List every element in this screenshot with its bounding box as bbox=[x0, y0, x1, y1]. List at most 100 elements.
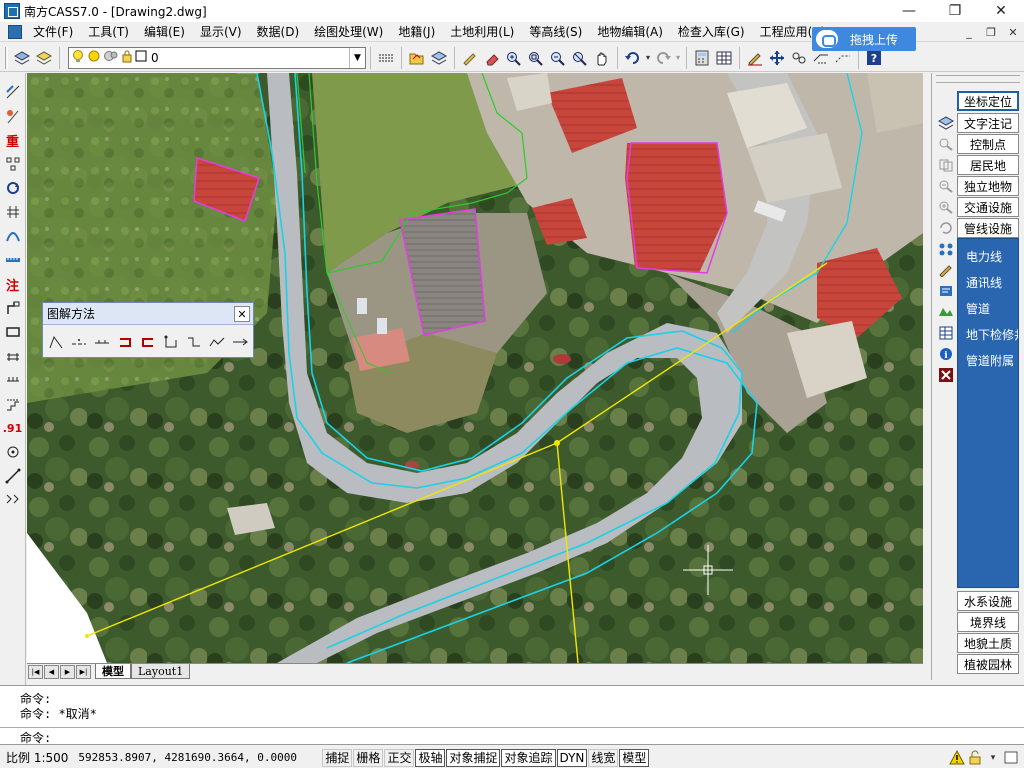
ditch-icon[interactable] bbox=[2, 489, 24, 511]
pencil-icon[interactable] bbox=[459, 47, 481, 69]
prev-tab-button[interactable]: ◀ bbox=[44, 664, 59, 679]
angle-icon[interactable] bbox=[45, 331, 68, 353]
document-icon[interactable] bbox=[8, 24, 22, 39]
document-minimize-button[interactable]: _ bbox=[958, 22, 980, 42]
step-line-icon[interactable] bbox=[182, 331, 205, 353]
elevation-point-icon[interactable]: .91 bbox=[2, 417, 24, 439]
zoom-realtime-icon[interactable] bbox=[503, 47, 525, 69]
warning-icon[interactable] bbox=[948, 749, 966, 766]
minimize-button[interactable]: — bbox=[886, 0, 932, 22]
cloud-upload-button[interactable]: 拖拽上传 bbox=[812, 27, 916, 51]
edit-pencil-icon[interactable] bbox=[937, 260, 955, 280]
edit-icon[interactable] bbox=[744, 47, 766, 69]
zoom-icon[interactable] bbox=[937, 134, 955, 154]
document-restore-button[interactable]: ❐ bbox=[980, 22, 1002, 42]
dyn-toggle[interactable]: DYN bbox=[556, 748, 588, 767]
osnap-toggle[interactable]: 对象捕捉 bbox=[446, 748, 501, 767]
layer-props-icon[interactable] bbox=[937, 281, 955, 301]
vegetation-garden-button[interactable]: 植被园林 bbox=[957, 654, 1019, 674]
pan-icon[interactable] bbox=[591, 47, 613, 69]
tray-menu-icon[interactable]: ▾ bbox=[984, 749, 1002, 766]
polar-toggle[interactable]: 极轴 bbox=[415, 748, 446, 767]
lineweight-toggle[interactable]: 线宽 bbox=[588, 748, 619, 767]
rectangle-icon[interactable] bbox=[2, 321, 24, 343]
menu-drawing-process[interactable]: 绘图处理(W) bbox=[307, 22, 391, 42]
tab-model[interactable]: 模型 bbox=[95, 664, 131, 679]
chevron-down-icon[interactable]: ▾ bbox=[644, 47, 652, 69]
model-toggle[interactable]: 模型 bbox=[619, 748, 650, 767]
layers-icon[interactable] bbox=[937, 113, 955, 133]
list-item-manhole[interactable]: 地下检修井 bbox=[958, 321, 1018, 347]
dimension-icon[interactable] bbox=[2, 81, 24, 103]
move-icon[interactable] bbox=[766, 47, 788, 69]
panel-grip[interactable] bbox=[936, 75, 1020, 83]
unlock-icon[interactable] bbox=[966, 749, 984, 766]
curve-icon[interactable] bbox=[2, 225, 24, 247]
zoom-in-icon[interactable] bbox=[937, 197, 955, 217]
delete-icon[interactable] bbox=[937, 365, 955, 385]
copy-icon[interactable] bbox=[937, 155, 955, 175]
otrack-toggle[interactable]: 对象追踪 bbox=[501, 748, 556, 767]
boundary-line-button[interactable]: 境界线 bbox=[957, 612, 1019, 632]
grid-toggle[interactable]: 栅格 bbox=[353, 748, 384, 767]
fullscreen-icon[interactable] bbox=[1002, 749, 1020, 766]
tab-layout1[interactable]: Layout1 bbox=[131, 664, 191, 679]
draw-step-icon[interactable] bbox=[2, 297, 24, 319]
landform-soil-button[interactable]: 地貌土质 bbox=[957, 633, 1019, 653]
info-icon[interactable]: i bbox=[937, 344, 955, 364]
toolbox-close-button[interactable]: ✕ bbox=[234, 306, 250, 322]
control-point-icon[interactable] bbox=[2, 441, 24, 463]
text-annotation-button[interactable]: 文字注记 bbox=[957, 113, 1019, 133]
menu-data[interactable]: 数据(D) bbox=[250, 22, 308, 42]
bracket-icon[interactable] bbox=[114, 331, 137, 353]
square-corner-icon[interactable] bbox=[159, 331, 182, 353]
zoom-window-icon[interactable] bbox=[525, 47, 547, 69]
menu-contour[interactable]: 等高线(S) bbox=[522, 22, 590, 42]
tick-line-icon[interactable] bbox=[91, 331, 114, 353]
traffic-facility-button[interactable]: 交通设施 bbox=[957, 197, 1019, 217]
eraser-icon[interactable] bbox=[481, 47, 503, 69]
coordinate-locate-button[interactable]: 坐标定位 bbox=[957, 91, 1019, 111]
maximize-button[interactable]: ❐ bbox=[932, 0, 978, 22]
wave-line-icon[interactable] bbox=[205, 331, 228, 353]
toolbar-grip[interactable] bbox=[5, 46, 8, 69]
menu-tools[interactable]: 工具(T) bbox=[81, 22, 137, 42]
toolbox-title[interactable]: 图解方法 bbox=[43, 303, 253, 325]
layers-icon[interactable] bbox=[11, 47, 33, 69]
annotate-icon[interactable]: 注 bbox=[2, 273, 24, 295]
linetype-icon[interactable] bbox=[375, 47, 397, 69]
redo-icon[interactable] bbox=[652, 47, 674, 69]
zoom-out-icon[interactable] bbox=[937, 176, 955, 196]
ruler-icon[interactable] bbox=[2, 249, 24, 271]
menu-cadastre[interactable]: 地籍(J) bbox=[391, 22, 443, 42]
command-prompt[interactable]: 命令: bbox=[20, 729, 51, 746]
nodes-icon[interactable] bbox=[937, 239, 955, 259]
menu-feature-edit[interactable]: 地物编辑(A) bbox=[590, 22, 671, 42]
wall-icon[interactable] bbox=[2, 369, 24, 391]
open-folder-icon[interactable] bbox=[406, 47, 428, 69]
node-icon[interactable] bbox=[2, 153, 24, 175]
menu-land-use[interactable]: 土地利用(L) bbox=[443, 22, 522, 42]
drawing-canvas[interactable] bbox=[27, 73, 923, 663]
ortho-toggle[interactable]: 正交 bbox=[384, 748, 415, 767]
hash-icon[interactable] bbox=[2, 201, 24, 223]
list-item-power-line[interactable]: 电力线 bbox=[958, 243, 1018, 269]
layer-dropdown[interactable]: 0 ▼ bbox=[68, 46, 366, 69]
map-check-icon[interactable] bbox=[937, 302, 955, 322]
bracket-open-icon[interactable] bbox=[137, 331, 160, 353]
snap-toggle[interactable]: 捕捉 bbox=[322, 748, 353, 767]
grid-icon[interactable] bbox=[713, 47, 735, 69]
layer-state-icon[interactable] bbox=[33, 47, 55, 69]
water-facility-button[interactable]: 水系设施 bbox=[957, 591, 1019, 611]
menu-file[interactable]: 文件(F) bbox=[26, 22, 81, 42]
line-icon[interactable] bbox=[2, 465, 24, 487]
menu-view[interactable]: 显示(V) bbox=[193, 22, 250, 42]
independent-feature-button[interactable]: 独立地物 bbox=[957, 176, 1019, 196]
pipeline-facility-button[interactable]: 管线设施 bbox=[957, 218, 1019, 238]
calculator-icon[interactable] bbox=[691, 47, 713, 69]
undo-icon[interactable] bbox=[622, 47, 644, 69]
control-point-button[interactable]: 控制点 bbox=[957, 134, 1019, 154]
residential-button[interactable]: 居民地 bbox=[957, 155, 1019, 175]
zoom-extents-icon[interactable] bbox=[569, 47, 591, 69]
redraw-icon[interactable]: 重 bbox=[2, 129, 24, 151]
